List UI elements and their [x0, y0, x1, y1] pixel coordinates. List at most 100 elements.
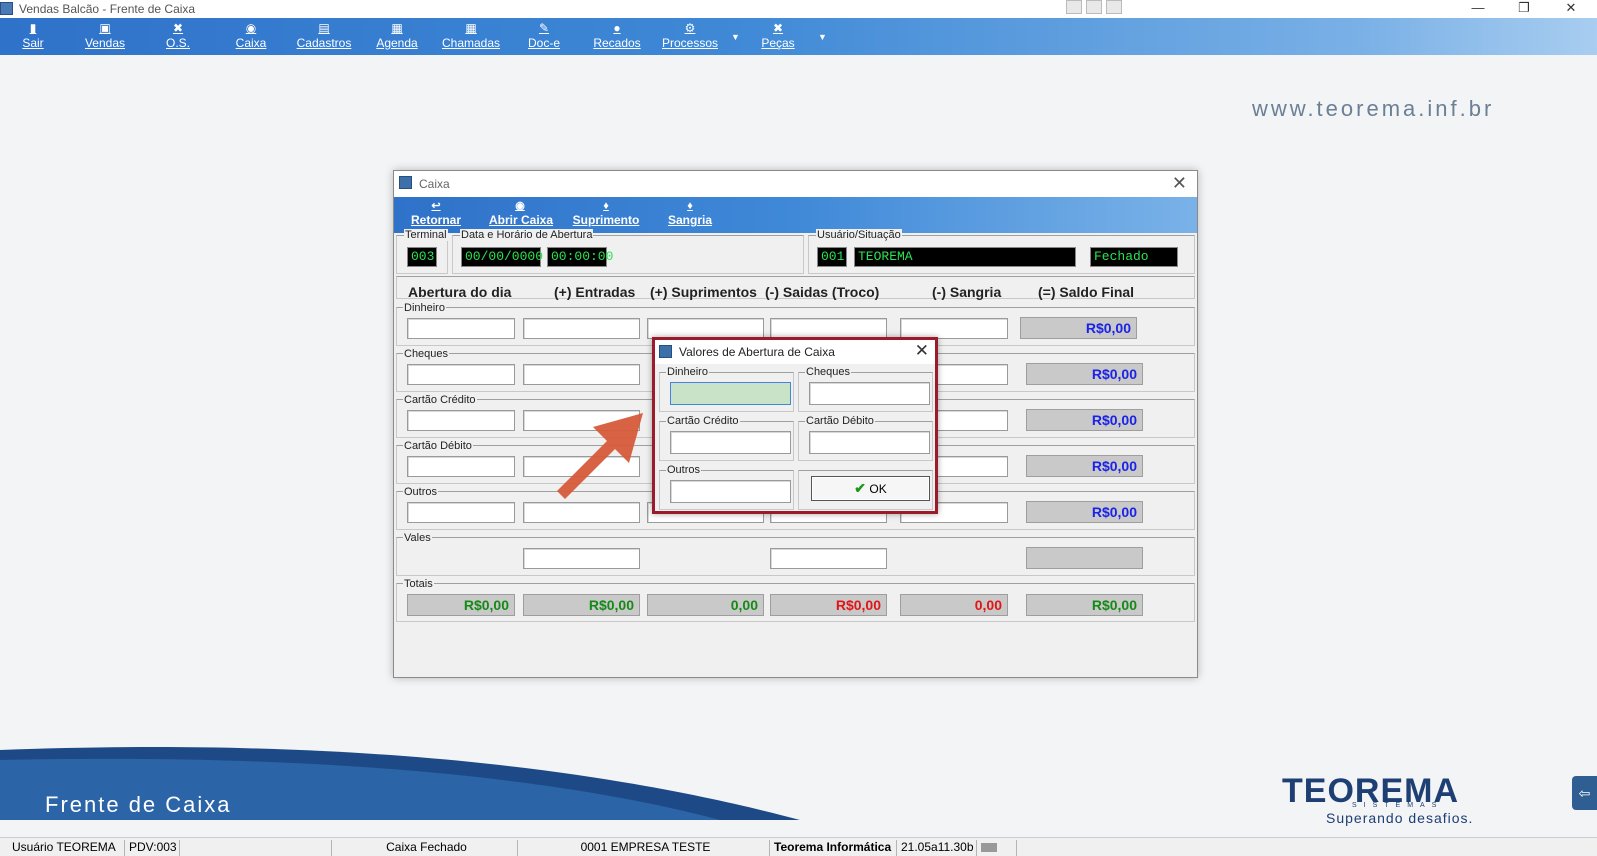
coins-icon: ◉: [515, 200, 525, 212]
valores-abertura-dialog: Valores de Abertura de Caixa ✕ Dinheiro …: [652, 337, 938, 514]
total-saidas: R$0,00: [770, 594, 887, 616]
dialog-title: Valores de Abertura de Caixa: [679, 345, 835, 359]
toolbar-vendas[interactable]: ▣ Vendas: [82, 20, 128, 51]
toolbar-os[interactable]: ✖ O.S.: [163, 20, 193, 51]
form-icon: ▤: [318, 21, 330, 35]
arrow-icon: ⇦: [1578, 785, 1591, 801]
hora-abertura-display: 00:00:00: [547, 247, 613, 267]
row-label: Cartão Crédito: [403, 394, 477, 406]
terminal-display: 003: [407, 247, 437, 267]
toolbar-cadastros[interactable]: ▤ Cadastros: [296, 20, 352, 51]
website-watermark: www.teorema.inf.br: [1252, 96, 1495, 121]
abrir-caixa-button[interactable]: ◉ Abrir Caixa: [489, 199, 553, 227]
toolbar-agenda[interactable]: ▦ Agenda: [374, 20, 420, 51]
status-caixa: Caixa Fechado: [332, 840, 518, 856]
cheques-abertura-field[interactable]: [407, 364, 515, 385]
teorema-logo: TEOREMA SISTEMAS Superando desafios.: [1262, 772, 1562, 832]
debito-abertura-field[interactable]: [407, 456, 515, 477]
chevron-down-icon[interactable]: ▼: [731, 32, 740, 42]
chevron-down-icon[interactable]: ▼: [818, 32, 827, 42]
dinheiro-sangria-field[interactable]: [900, 318, 1008, 339]
outros-abertura-field[interactable]: [407, 502, 515, 523]
vales-entradas-field[interactable]: [523, 548, 640, 569]
toolbar-pecas[interactable]: ✖ Peças: [760, 20, 796, 51]
side-panel-tab[interactable]: ⇦: [1572, 776, 1597, 810]
total-entradas: R$0,00: [523, 594, 640, 616]
calendar-icon: ▦: [391, 21, 403, 35]
header-sangria: (-) Sangria: [932, 284, 1002, 300]
dinheiro-label: Dinheiro: [666, 366, 709, 378]
outros-label: Outros: [666, 464, 702, 476]
dinheiro-entradas-field[interactable]: [523, 318, 640, 339]
expand-icon[interactable]: [1086, 0, 1102, 14]
credito-input[interactable]: [670, 431, 791, 454]
abertura-label: Data e Horário de Abertura: [460, 229, 594, 241]
dinheiro-suprimentos-field[interactable]: [647, 318, 764, 339]
chat-icon: ●: [613, 21, 621, 35]
keyboard-icon: [977, 840, 1017, 856]
sangria-button[interactable]: ♦ Sangria: [667, 199, 713, 227]
box-icon: ▣: [99, 21, 111, 35]
vales-saidas-field[interactable]: [770, 548, 887, 569]
coins-icon: ◉: [245, 21, 257, 35]
status-pdv: PDV:003: [125, 840, 180, 856]
header-saidas: (-) Saidas (Troco): [765, 284, 880, 300]
app-titlebar: Vendas Balcão - Frente de Caixa — ❐ ✕: [0, 0, 1597, 18]
register-icon: [399, 176, 412, 189]
toolbar-processos[interactable]: ⚙ Processos: [660, 20, 720, 51]
total-saldo-final: R$0,00: [1026, 594, 1143, 616]
row-label: Totais: [403, 578, 434, 590]
toolbar-doc-e[interactable]: ✎ Doc-e: [526, 20, 562, 51]
status-versao: 21.05a11.30b: [897, 840, 977, 856]
caixa-toolbar: ↩ Retornar ◉ Abrir Caixa ♦ Suprimento ♦ Sang…: [394, 197, 1197, 233]
suprimento-button[interactable]: ♦ Suprimento: [572, 199, 640, 227]
dialog-titlebar: Valores de Abertura de Caixa ✕: [655, 340, 935, 364]
back-arrow-icon: ↩: [431, 200, 441, 212]
cheques-entradas-field[interactable]: [523, 364, 640, 385]
cheques-input[interactable]: [809, 382, 930, 405]
toolbar-recados[interactable]: ● Recados: [591, 20, 643, 51]
total-sangria: 0,00: [900, 594, 1008, 616]
toolbar-chamadas[interactable]: ▦ Chamadas: [441, 20, 501, 51]
header-entradas: (+) Entradas: [554, 284, 636, 300]
outros-input[interactable]: [670, 480, 791, 503]
grid-view-icon[interactable]: [1066, 0, 1082, 14]
minimize-button[interactable]: —: [1455, 0, 1501, 18]
money-bag-icon: ♦: [603, 200, 609, 212]
dinheiro-abertura-field[interactable]: [407, 318, 515, 339]
ok-button[interactable]: ✔ OK: [811, 476, 930, 501]
credito-abertura-field[interactable]: [407, 410, 515, 431]
restore-button[interactable]: ❐: [1501, 0, 1547, 18]
close-button[interactable]: ✕: [1548, 0, 1594, 18]
grid-icon: ▦: [465, 21, 477, 35]
close-small-icon[interactable]: [1106, 0, 1122, 14]
total-suprimentos: 0,00: [647, 594, 764, 616]
tools-icon: ✖: [172, 21, 184, 35]
debito-input[interactable]: [809, 431, 930, 454]
outros-entradas-field[interactable]: [523, 502, 640, 523]
credito-label: Cartão Crédito: [666, 415, 740, 427]
toolbar-caixa[interactable]: ◉ Caixa: [234, 20, 268, 51]
status-empresa: 0001 EMPRESA TESTE: [518, 840, 770, 856]
data-abertura-display: 00/00/0000: [461, 247, 543, 267]
row-label: Dinheiro: [403, 302, 446, 314]
vales-saldo: [1026, 547, 1143, 569]
row-label: Cheques: [403, 348, 450, 360]
app-icon: [0, 2, 13, 15]
debito-label: Cartão Débito: [805, 415, 875, 427]
logo-tagline: Superando desafios.: [1326, 810, 1474, 826]
situacao-display: Fechado: [1090, 247, 1178, 267]
row-label: Outros: [403, 486, 439, 498]
dinheiro-saidas-field[interactable]: [770, 318, 887, 339]
toolbar-sair[interactable]: ▮ Sair: [20, 20, 46, 51]
terminal-label: Terminal: [404, 229, 448, 241]
outros-saldo: R$0,00: [1026, 501, 1143, 523]
close-icon[interactable]: ✕: [1172, 173, 1187, 194]
dinheiro-input[interactable]: [670, 382, 791, 405]
cheques-saldo: R$0,00: [1026, 363, 1143, 385]
status-teorema: Teorema Informática: [770, 840, 897, 856]
close-icon[interactable]: ✕: [915, 341, 929, 361]
retornar-button[interactable]: ↩ Retornar: [410, 199, 462, 227]
usuario-nome-display: TEOREMA: [854, 247, 1076, 267]
logo-sub: SISTEMAS: [1352, 802, 1444, 809]
